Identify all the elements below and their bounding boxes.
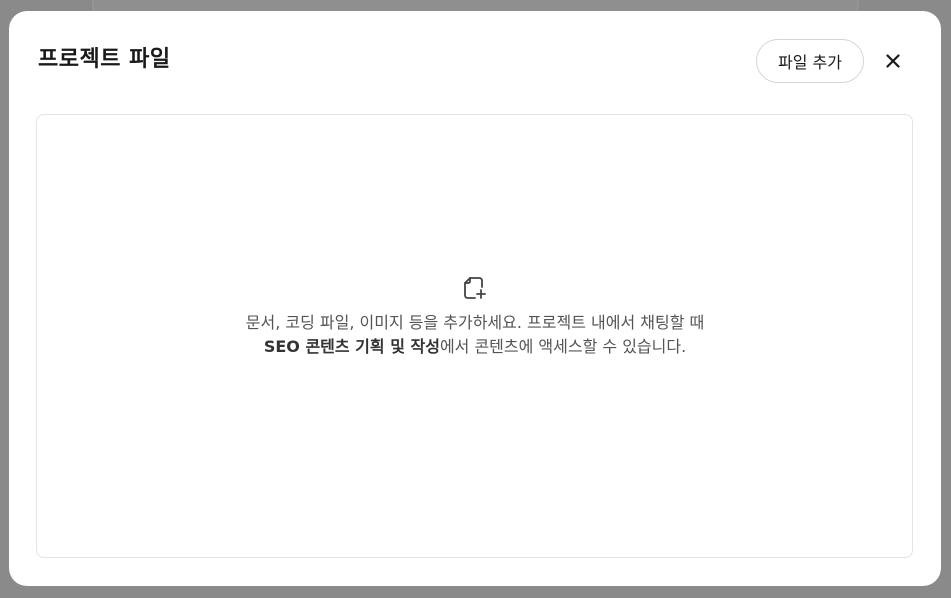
add-file-button[interactable]: 파일 추가 [756, 39, 864, 83]
file-add-icon [464, 277, 486, 299]
modal-title: 프로젝트 파일 [38, 47, 171, 72]
empty-state-text-before: 문서, 코딩 파일, 이미지 등을 추가하세요. 프로젝트 내에서 채팅할 때 [245, 313, 705, 332]
project-name: SEO 콘텐츠 기획 및 작성 [263, 337, 440, 356]
empty-state-text-after: 에서 콘텐츠에 액세스할 수 있습니다. [439, 337, 687, 356]
close-button[interactable] [877, 45, 909, 77]
project-files-modal: 프로젝트 파일 파일 추가 문서, 코딩 파일, 이미지 등을 추가하세요. 프… [9, 11, 941, 586]
empty-state-message: 문서, 코딩 파일, 이미지 등을 추가하세요. 프로젝트 내에서 채팅할 때 … [229, 311, 721, 359]
close-icon [886, 54, 900, 68]
